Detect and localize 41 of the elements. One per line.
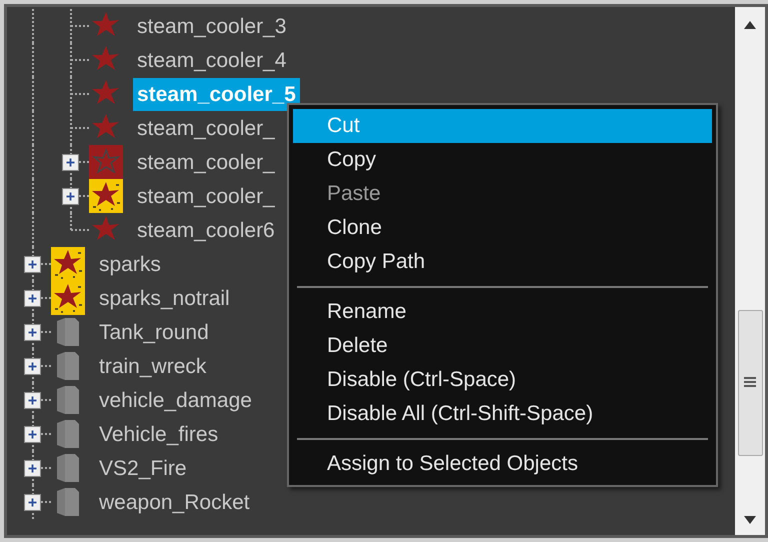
expand-icon[interactable]	[62, 188, 79, 205]
menu-item[interactable]: Rename	[293, 295, 712, 329]
scrollbar[interactable]	[735, 7, 765, 535]
expand-icon[interactable]	[24, 256, 41, 273]
tree-item[interactable]: sparks_notrail	[95, 282, 234, 314]
tree-item[interactable]: steam_cooler_	[133, 112, 279, 144]
tree-item[interactable]: steam_cooler_	[133, 146, 279, 178]
menu-item[interactable]: Copy Path	[293, 245, 712, 279]
star-tile-icon	[89, 179, 123, 213]
tree-item[interactable]: VS2_Fire	[95, 452, 191, 484]
tree-item[interactable]: vehicle_damage	[95, 384, 256, 416]
star-tile-icon	[51, 247, 85, 281]
scroll-down-icon[interactable]	[744, 516, 756, 524]
menu-item[interactable]: Assign to Selected Objects	[293, 447, 712, 481]
expand-icon[interactable]	[24, 290, 41, 307]
scroll-up-icon[interactable]	[744, 21, 756, 29]
tree-item[interactable]: steam_cooler_3	[133, 10, 290, 42]
tree-item[interactable]: steam_cooler_4	[133, 44, 290, 76]
tree-item[interactable]: train_wreck	[95, 350, 210, 382]
menu-item[interactable]: Copy	[293, 143, 712, 177]
menu-item[interactable]: Clone	[293, 211, 712, 245]
expand-icon[interactable]	[62, 154, 79, 171]
tree-item[interactable]: Tank_round	[95, 316, 213, 348]
menu-item[interactable]: Disable (Ctrl-Space)	[293, 363, 712, 397]
menu-item[interactable]: Delete	[293, 329, 712, 363]
tree-item[interactable]: steam_cooler_	[133, 180, 279, 212]
expand-icon[interactable]	[24, 494, 41, 511]
star-tile-icon	[89, 145, 123, 179]
tree-item[interactable]: sparks	[95, 248, 165, 280]
grip-icon	[744, 376, 756, 388]
star-tile-icon	[51, 281, 85, 315]
expand-icon[interactable]	[24, 392, 41, 409]
scroll-thumb[interactable]	[738, 310, 763, 456]
expand-icon[interactable]	[24, 358, 41, 375]
tree-item[interactable]: weapon_Rocket	[95, 486, 254, 518]
tree-item[interactable]: steam_cooler6	[133, 214, 279, 246]
expand-icon[interactable]	[24, 324, 41, 341]
expand-icon[interactable]	[24, 426, 41, 443]
expand-icon[interactable]	[24, 460, 41, 477]
tree-item[interactable]: Vehicle_fires	[95, 418, 222, 450]
menu-item[interactable]: Disable All (Ctrl-Shift-Space)	[293, 397, 712, 431]
